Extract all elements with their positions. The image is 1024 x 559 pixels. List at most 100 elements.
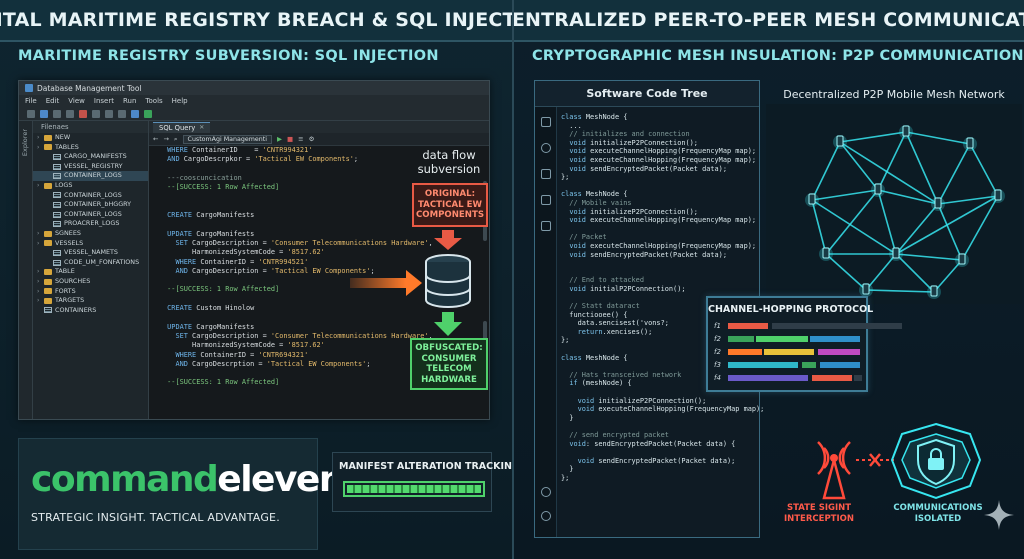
branch-icon[interactable] bbox=[541, 169, 551, 179]
hop-segment bbox=[772, 323, 902, 329]
undo-icon[interactable] bbox=[53, 109, 61, 118]
right-panel: DECENTRALIZED PEER-TO-PEER MESH COMMUNIC… bbox=[512, 0, 1024, 559]
tree-item[interactable]: › FORTS bbox=[33, 287, 148, 297]
gear-icon[interactable] bbox=[541, 511, 551, 521]
menu-item-file[interactable]: File bbox=[25, 97, 37, 105]
query-icon[interactable] bbox=[131, 109, 139, 118]
format-icon[interactable]: ≡ bbox=[298, 135, 303, 143]
run-icon[interactable] bbox=[144, 109, 152, 118]
frequency-row: f3 bbox=[714, 361, 864, 369]
tree-item[interactable]: › NEW bbox=[33, 133, 148, 143]
run-query-icon[interactable]: ▶ bbox=[277, 135, 282, 143]
code-line: void sendEncryptedPacket(Packet data); bbox=[569, 164, 727, 173]
frequency-label: f2 bbox=[714, 335, 721, 343]
explorer-side-tab[interactable]: Explorer bbox=[19, 121, 33, 419]
table-icon bbox=[53, 211, 61, 218]
table-icon bbox=[44, 307, 52, 314]
tree-item[interactable]: CONTAINERS bbox=[33, 306, 148, 316]
code-line: } bbox=[561, 413, 574, 422]
save-icon[interactable] bbox=[40, 109, 48, 118]
code-line: } bbox=[561, 465, 574, 474]
tree-item[interactable]: › TABLE bbox=[33, 267, 148, 277]
tree-item[interactable]: VESSEL_NAMETS bbox=[33, 248, 148, 258]
tree-item[interactable]: › TARGETS bbox=[33, 296, 148, 306]
tree-item[interactable]: CONTAINER_bHGGRY bbox=[33, 200, 148, 210]
expand-chevron-icon[interactable]: › bbox=[37, 277, 44, 287]
back-icon[interactable]: ← bbox=[153, 135, 158, 143]
tree-item[interactable]: CONTAINER_LOGS bbox=[33, 210, 148, 220]
tree-item[interactable]: CARGO_MANIFESTS bbox=[33, 152, 148, 162]
red-down-arrow-icon bbox=[434, 230, 462, 250]
hop-segment bbox=[728, 323, 768, 329]
folder-icon bbox=[44, 269, 52, 276]
radio-node-icon bbox=[927, 285, 941, 299]
account-icon[interactable] bbox=[541, 487, 551, 497]
brand-tagline: STRATEGIC INSIGHT. TACTICAL ADVANTAGE. bbox=[31, 511, 280, 524]
code-line: // initializes and connection bbox=[561, 130, 690, 139]
code-line: class MeshNode { bbox=[561, 190, 628, 199]
menu-item-edit[interactable]: Edit bbox=[46, 97, 60, 105]
folder-icon bbox=[44, 297, 52, 304]
expand-chevron-icon[interactable]: › bbox=[37, 143, 44, 153]
tracking-label: MANIFEST ALTERATION TRACKING bbox=[339, 461, 512, 472]
tree-item[interactable]: › TABLES bbox=[33, 143, 148, 153]
tree-item[interactable]: › VESSELS bbox=[33, 239, 148, 249]
search-icon[interactable]: ⌕ bbox=[174, 135, 178, 144]
menu-item-run[interactable]: Run bbox=[123, 97, 136, 105]
stop-icon[interactable]: ■ bbox=[287, 135, 293, 143]
window-titlebar: Database Management Tool bbox=[19, 81, 489, 95]
manifest-tracking-panel: MANIFEST ALTERATION TRACKING bbox=[332, 452, 512, 512]
folder-icon bbox=[44, 144, 52, 151]
expand-chevron-icon[interactable]: › bbox=[37, 133, 44, 143]
radio-node-icon bbox=[899, 125, 913, 139]
frequency-row: f2 bbox=[714, 348, 864, 356]
tree-item[interactable]: › SGNEES bbox=[33, 229, 148, 239]
radio-node-icon bbox=[955, 253, 969, 267]
tree-item[interactable]: PROACRER_LOGS bbox=[33, 219, 148, 229]
blocked-x-icon bbox=[869, 453, 881, 467]
settings-icon[interactable]: ⚙ bbox=[309, 135, 315, 143]
expand-chevron-icon[interactable]: › bbox=[37, 181, 44, 191]
original-cargo-text: ORIGINAL: TACTICAL EW COMPONENTS bbox=[415, 189, 485, 221]
original-cargo-box: ORIGINAL: TACTICAL EW COMPONENTS bbox=[412, 183, 488, 227]
tree-item[interactable]: VESSEL_REGISTRY bbox=[33, 162, 148, 172]
menu-item-insert[interactable]: Insert bbox=[94, 97, 114, 105]
cut-icon[interactable] bbox=[79, 109, 87, 118]
menu-item-help[interactable]: Help bbox=[172, 97, 188, 105]
table-icon[interactable] bbox=[118, 109, 126, 118]
redo-icon[interactable] bbox=[66, 109, 74, 118]
tab-sql-query[interactable]: SQL Query ✕ bbox=[153, 121, 211, 133]
code-line: void initializeP2PConnection(); bbox=[569, 207, 698, 216]
state-sigint-label: STATE SIGINT INTERCEPTION bbox=[783, 503, 854, 524]
menu-item-view[interactable]: View bbox=[68, 97, 85, 105]
expand-chevron-icon[interactable]: › bbox=[37, 296, 44, 306]
paste-icon[interactable] bbox=[105, 109, 113, 118]
tree-item[interactable]: CONTAINER_LOGS bbox=[33, 191, 148, 201]
code-line: void executeChannelHopping(FrequencyMap … bbox=[569, 147, 757, 156]
expand-chevron-icon[interactable]: › bbox=[37, 267, 44, 277]
folder-icon bbox=[44, 278, 52, 285]
tree-item[interactable]: › SOURCHES bbox=[33, 277, 148, 287]
expand-chevron-icon[interactable]: › bbox=[37, 239, 44, 249]
new-file-icon[interactable] bbox=[27, 109, 35, 118]
search-icon[interactable] bbox=[541, 143, 551, 153]
hop-segment bbox=[818, 349, 860, 355]
expand-chevron-icon[interactable]: › bbox=[37, 229, 44, 239]
tree-item[interactable]: CODE_UM_FONFATIONS bbox=[33, 258, 148, 268]
tree-item[interactable]: CONTAINER_LOGS bbox=[33, 171, 148, 181]
tree-item-label: CONTAINER_LOGS bbox=[64, 209, 122, 218]
debug-icon[interactable] bbox=[541, 195, 551, 205]
radio-node-icon bbox=[805, 193, 819, 207]
menu-item-tools[interactable]: Tools bbox=[145, 97, 162, 105]
connection-dropdown[interactable]: CustomAgi Managementi bbox=[182, 134, 272, 144]
close-icon[interactable]: ✕ bbox=[199, 124, 204, 131]
tree-item-label: SOURCHES bbox=[55, 276, 91, 285]
extensions-icon[interactable] bbox=[541, 221, 551, 231]
copy-icon[interactable] bbox=[92, 109, 100, 118]
menu-bar: File Edit View Insert Run Tools Help bbox=[19, 95, 489, 107]
files-icon[interactable] bbox=[541, 117, 551, 127]
forward-icon[interactable]: → bbox=[163, 135, 168, 143]
expand-chevron-icon[interactable]: › bbox=[37, 287, 44, 297]
tree-item[interactable]: › LOGS bbox=[33, 181, 148, 191]
